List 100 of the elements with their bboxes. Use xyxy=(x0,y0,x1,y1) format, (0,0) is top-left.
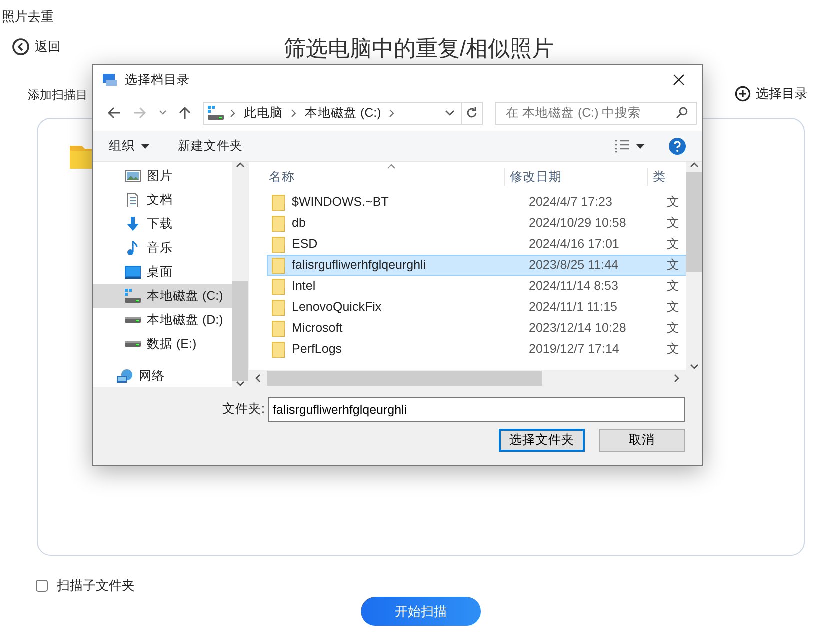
chevron-icon xyxy=(291,108,297,118)
sidebar-item[interactable]: 文档 xyxy=(93,188,232,212)
back-icon xyxy=(12,38,30,56)
back-button[interactable]: 返回 xyxy=(12,37,61,56)
sidebar-item[interactable]: 音乐 xyxy=(93,236,232,260)
folder-icon xyxy=(272,278,286,294)
file-row[interactable]: $WINDOWS.~BT 2024/4/7 17:23 文 xyxy=(267,192,686,213)
app-title: 照片去重 xyxy=(2,8,54,26)
folder-icon xyxy=(272,258,286,274)
forward-arrow-icon xyxy=(133,106,147,120)
help-icon xyxy=(669,138,686,154)
search-field[interactable]: 在 本地磁盘 (C:) 中搜索 xyxy=(495,102,697,124)
file-type: 文 xyxy=(667,278,680,296)
scrollbar[interactable] xyxy=(686,162,702,370)
scroll-up-icon xyxy=(236,162,244,168)
sort-icon xyxy=(387,164,396,169)
breadcrumb-item[interactable]: 本地磁盘 (C:) xyxy=(303,104,384,122)
caret-icon xyxy=(636,144,645,148)
page-heading: 筛选电脑中的重复/相似照片 xyxy=(284,36,554,62)
horizontal-scrollbar[interactable] xyxy=(249,370,702,387)
file-name: ESD xyxy=(292,236,318,254)
file-row[interactable]: Intel 2024/11/14 8:53 文 xyxy=(267,276,686,297)
choose-directory-button[interactable]: 选择目录 xyxy=(735,84,808,104)
file-date: 2023/8/25 11:44 xyxy=(528,257,620,274)
file-name: falisrgufliwerhfglqeurghli xyxy=(292,257,426,274)
scroll-up-icon xyxy=(690,162,698,168)
file-row[interactable]: PerfLogs 2019/12/7 17:14 文 xyxy=(267,339,686,360)
file-date: 2023/12/14 10:28 xyxy=(528,320,628,338)
file-type: 文 xyxy=(667,257,680,274)
address-bar[interactable]: 此电脑 本地磁盘 (C:) xyxy=(203,102,483,124)
scroll-left-icon xyxy=(255,374,261,383)
file-name: $WINDOWS.~BT xyxy=(292,194,389,212)
dialog-title: 选择档目录 xyxy=(125,72,190,89)
organize-menu[interactable]: 组织 xyxy=(109,136,150,156)
file-date: 2024/10/29 10:58 xyxy=(528,215,628,232)
drive-icon xyxy=(125,289,141,303)
file-name: db xyxy=(292,215,306,232)
search-icon xyxy=(676,107,688,119)
file-type: 文 xyxy=(667,194,680,212)
folder-label: 文件夹: xyxy=(222,401,265,418)
folder-icon xyxy=(70,143,92,169)
file-type: 文 xyxy=(667,320,680,338)
scan-subfolders-checkbox[interactable] xyxy=(36,580,48,592)
file-name: LenovoQuickFix xyxy=(292,299,382,316)
file-row[interactable]: db 2024/10/29 10:58 文 xyxy=(267,213,686,234)
sidebar-item[interactable]: 下载 xyxy=(93,212,232,236)
view-options-button[interactable] xyxy=(614,139,645,153)
image-icon xyxy=(125,169,141,183)
file-row[interactable]: Microsoft 2023/12/14 10:28 文 xyxy=(267,318,686,339)
folder-icon xyxy=(272,342,286,358)
scroll-down-icon xyxy=(236,381,244,387)
file-date: 2019/12/7 17:14 xyxy=(528,341,620,358)
scroll-down-icon xyxy=(690,364,698,370)
file-row[interactable]: falisrgufliwerhfglqeurghli 2023/8/25 11:44 文 xyxy=(267,255,686,276)
file-name: Microsoft xyxy=(292,320,343,338)
drive-icon xyxy=(125,317,141,323)
folder-icon xyxy=(272,300,286,316)
refresh-icon xyxy=(466,107,478,119)
file-type: 文 xyxy=(667,299,680,316)
add-icon xyxy=(735,86,751,102)
chevron-icon xyxy=(389,108,396,118)
sidebar-item[interactable]: 网络 xyxy=(93,364,232,388)
file-name: Intel xyxy=(292,278,316,296)
download-icon xyxy=(125,217,141,231)
column-header[interactable]: 修改日期 xyxy=(504,168,647,186)
scrollbar[interactable] xyxy=(232,162,248,387)
file-row[interactable]: ESD 2024/4/16 17:01 文 xyxy=(267,234,686,255)
file-type: 文 xyxy=(667,341,680,358)
window-icon xyxy=(103,74,117,86)
file-date: 2024/4/16 17:01 xyxy=(528,236,620,254)
sidebar-item[interactable]: 本地磁盘 (D:) xyxy=(93,308,232,332)
column-header[interactable]: 类 xyxy=(647,168,677,186)
select-folder-button[interactable]: 选择文件夹 xyxy=(499,429,585,452)
file-date: 2024/11/14 8:53 xyxy=(528,278,620,296)
file-row[interactable]: LenovoQuickFix 2024/11/1 11:15 文 xyxy=(267,297,686,318)
caret-icon xyxy=(141,144,150,148)
sidebar-item[interactable]: 数据 (E:) xyxy=(93,332,232,356)
file-date: 2024/11/1 11:15 xyxy=(528,299,619,316)
back-arrow-icon xyxy=(107,106,121,120)
cancel-button[interactable]: 取消 xyxy=(599,429,685,452)
folder-icon xyxy=(272,216,286,232)
folder-name-field[interactable]: falisrgufliwerhfglqeurghli xyxy=(268,397,685,422)
checkbox-label: 扫描子文件夹 xyxy=(57,577,135,595)
drive-icon xyxy=(208,106,224,120)
sidebar-item[interactable]: 本地磁盘 (C:) xyxy=(93,284,232,308)
close-icon xyxy=(673,74,685,86)
help-button[interactable] xyxy=(669,138,686,154)
column-header[interactable]: 名称 xyxy=(249,168,504,186)
breadcrumb-item[interactable]: 此电脑 xyxy=(242,104,285,122)
view-list-icon xyxy=(614,139,630,153)
file-name: PerfLogs xyxy=(292,341,342,358)
sidebar-item[interactable]: 桌面 xyxy=(93,260,232,284)
section-label: 添加扫描目 xyxy=(28,87,88,104)
up-arrow-icon xyxy=(179,106,191,120)
drive-icon xyxy=(125,341,141,347)
start-scan-button[interactable]: 开始扫描 xyxy=(361,597,481,626)
sidebar-item[interactable]: 图片 xyxy=(93,164,232,188)
network-icon xyxy=(117,369,133,383)
new-folder-button[interactable]: 新建文件夹 xyxy=(178,136,243,156)
dropdown-icon[interactable] xyxy=(445,109,455,117)
